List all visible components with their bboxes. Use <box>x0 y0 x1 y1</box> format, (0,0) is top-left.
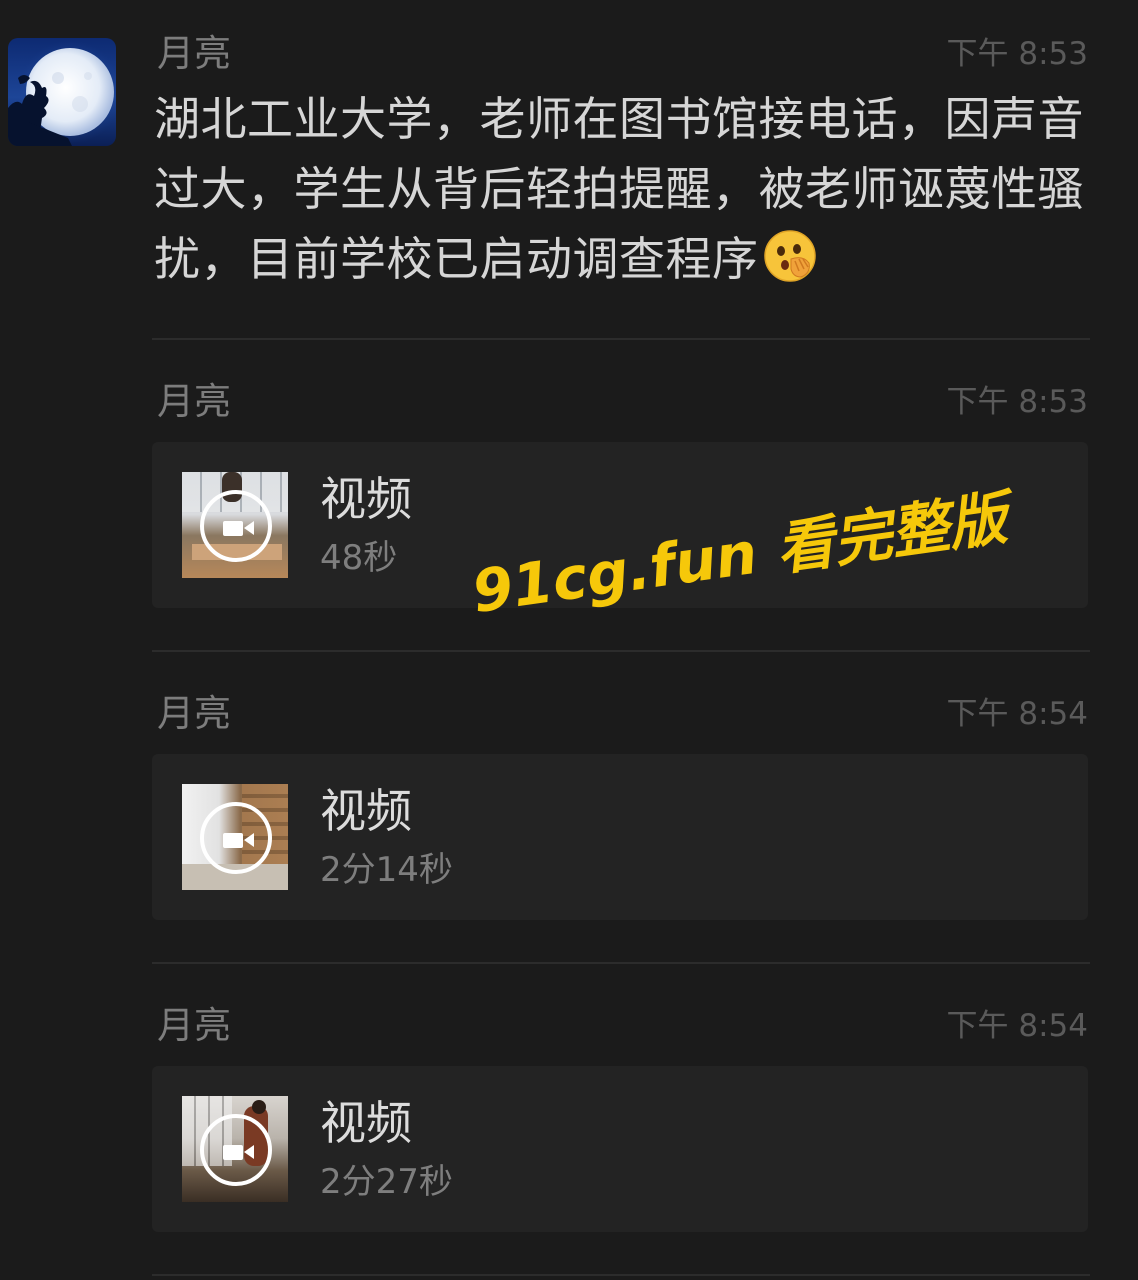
message-time: 下午 8:53 <box>946 36 1088 72</box>
play-circle-icon <box>200 1114 272 1186</box>
message-time: 下午 8:54 <box>946 1008 1088 1044</box>
video-label: 视频 <box>320 1096 412 1150</box>
video-camera-lens-icon <box>244 521 254 535</box>
message-time: 下午 8:54 <box>946 696 1088 732</box>
video-label: 视频 <box>320 784 412 838</box>
video-card[interactable]: 视频 2分14秒 <box>152 754 1088 920</box>
moon-avatar-image <box>8 40 116 146</box>
video-camera-lens-icon <box>244 1145 254 1159</box>
video-card[interactable]: 视频 2分27秒 <box>152 1066 1088 1232</box>
sender-name: 月亮 <box>157 380 231 423</box>
video-duration: 2分27秒 <box>320 1162 453 1202</box>
face-with-hand-over-mouth-icon <box>763 230 816 282</box>
video-thumbnail[interactable] <box>182 472 288 578</box>
video-camera-icon <box>223 833 243 848</box>
video-duration: 2分14秒 <box>320 850 453 890</box>
divider <box>152 338 1090 340</box>
sender-avatar[interactable] <box>8 38 116 146</box>
video-thumbnail[interactable] <box>182 1096 288 1202</box>
message-video: 月亮 下午 8:54 视频 2分14秒 <box>152 692 1088 922</box>
sender-name: 月亮 <box>157 32 231 75</box>
message-body: 湖北工业大学，老师在图书馆接电话，因声音过大，学生从背后轻拍提醒，被老师诬蔑性骚… <box>154 84 1084 294</box>
message-time: 下午 8:53 <box>946 384 1088 420</box>
video-camera-lens-icon <box>244 833 254 847</box>
video-camera-icon <box>223 521 243 536</box>
video-thumbnail[interactable] <box>182 784 288 890</box>
divider <box>152 1274 1090 1276</box>
message-video: 月亮 下午 8:54 视频 2分27秒 <box>152 1004 1088 1234</box>
divider <box>152 962 1090 964</box>
divider <box>152 650 1090 652</box>
video-label: 视频 <box>320 472 412 526</box>
play-circle-icon <box>200 490 272 562</box>
play-circle-icon <box>200 802 272 874</box>
video-camera-icon <box>223 1145 243 1160</box>
video-duration: 48秒 <box>320 538 398 578</box>
message-text[interactable]: 月亮 下午 8:53 湖北工业大学，老师在图书馆接电话，因声音过大，学生从背后轻… <box>152 32 1088 332</box>
sender-name: 月亮 <box>157 1004 231 1047</box>
sender-name: 月亮 <box>157 692 231 735</box>
message-text-content: 湖北工业大学，老师在图书馆接电话，因声音过大，学生从背后轻拍提醒，被老师诬蔑性骚… <box>154 92 1084 286</box>
